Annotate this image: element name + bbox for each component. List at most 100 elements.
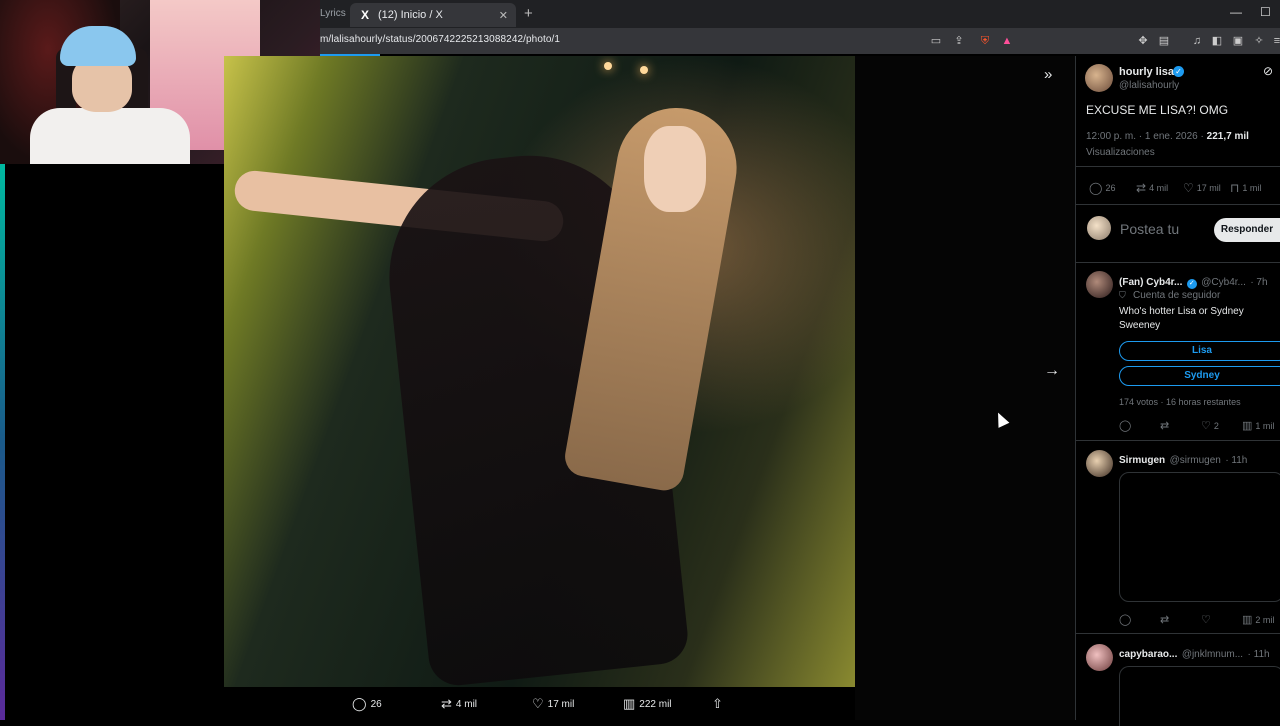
reader-icon[interactable]: ▤ [1157, 34, 1171, 48]
current-user-avatar[interactable] [1087, 216, 1111, 240]
music-icon[interactable]: ♫ [1190, 34, 1204, 48]
heart-icon: ♡ [532, 696, 544, 711]
reply-author-handle[interactable]: @Cyb4r... [1201, 277, 1246, 288]
reply-icon: ◯ [352, 696, 367, 711]
reply-reply-action[interactable]: ◯ [1119, 613, 1134, 626]
poll-option-sydney[interactable]: Sydney [1119, 366, 1280, 386]
repost-icon: ⇄ [1160, 614, 1170, 626]
streamer-shirt [30, 108, 190, 164]
divider [1076, 633, 1280, 634]
views-action[interactable]: ▥ 222 mil [623, 696, 672, 712]
ceiling-lamp [604, 62, 612, 70]
reply-icon: ◯ [1089, 181, 1103, 195]
reply-button[interactable]: Responder [1214, 218, 1280, 242]
stream-border [0, 164, 5, 720]
post-like-stat[interactable]: ♡ 17 mil [1183, 181, 1221, 195]
reply-text: Who's hotter Lisa or Sydney Sweeney [1119, 306, 1244, 331]
grok-icon[interactable]: ⊘ [1263, 64, 1273, 78]
reply-reply-action[interactable]: ◯ [1119, 419, 1134, 432]
brave-shield-icon[interactable]: ⛨ [978, 34, 992, 48]
repost-action[interactable]: ⇄ 4 mil [441, 696, 477, 712]
post-like-count: 17 mil [1196, 183, 1221, 193]
reply-repost-action[interactable]: ⇄ [1160, 419, 1172, 432]
reply-repost-action[interactable]: ⇄ [1160, 613, 1172, 626]
wallet-icon[interactable]: ▣ [1231, 34, 1245, 48]
post-text: EXCUSE ME LISA?! OMG [1086, 103, 1229, 117]
reply-age: · 7h [1250, 277, 1268, 288]
reply-avatar[interactable] [1086, 644, 1113, 671]
maximize-button[interactable]: ☐ [1260, 5, 1271, 19]
reply-like-count: 2 [1213, 420, 1219, 431]
reply-icon: ◯ [1119, 614, 1132, 626]
follower-account-label: Cuenta de seguidor [1133, 290, 1221, 301]
author-avatar[interactable] [1085, 64, 1113, 92]
reply-count: 26 [370, 698, 382, 710]
reply-views-count: 2 mil [1255, 614, 1275, 625]
share-action[interactable]: ⇧ [712, 696, 727, 712]
poll-meta: 174 votos · 16 horas restantes [1119, 397, 1241, 407]
reply-like-action[interactable]: ♡ [1201, 613, 1214, 626]
streamer-cap [60, 26, 136, 66]
cast-icon[interactable]: ▭ [929, 34, 943, 48]
post-timestamp[interactable]: 12:00 p. m. · 1 ene. 2026 · 221,7 mil [1086, 131, 1249, 142]
brave-rewards-icon[interactable]: ▲ [1000, 34, 1014, 48]
reply-like-action[interactable]: ♡ 2 [1201, 419, 1219, 432]
divider [1076, 166, 1280, 167]
repost-icon: ⇄ [441, 696, 452, 711]
reply-avatar[interactable] [1086, 450, 1113, 477]
verified-badge-icon: ✓ [1173, 66, 1184, 77]
close-tab-icon[interactable]: ✕ [499, 9, 508, 22]
reply-author-handle[interactable]: @jnklmnum... [1182, 649, 1243, 660]
next-photo-button[interactable]: → [1044, 362, 1060, 380]
reply-input[interactable]: Postea tu [1120, 221, 1179, 237]
url-field[interactable]: m/lalisahourly/status/200674222521308824… [320, 34, 560, 45]
repost-icon: ⇄ [1136, 181, 1147, 195]
extensions-icon[interactable]: ✥ [1136, 34, 1150, 48]
author-name[interactable]: hourly lisa [1119, 66, 1174, 78]
heart-icon: ♡ [1183, 181, 1194, 195]
post-views: 221,7 mil [1206, 131, 1249, 142]
poll-option-lisa[interactable]: Lisa [1119, 341, 1280, 361]
dimmed-timeline [855, 56, 1075, 720]
leo-icon[interactable]: ✧ [1252, 34, 1266, 48]
divider [1076, 440, 1280, 441]
reply-views-count: 1 mil [1255, 420, 1275, 431]
reply-author-name[interactable]: capybarao... [1119, 649, 1177, 660]
share-icon[interactable]: ⇪ [952, 34, 966, 48]
sidebar-icon[interactable]: ◧ [1210, 34, 1224, 48]
shield-icon: ⛉ [1119, 290, 1126, 300]
previous-tab[interactable]: Lyrics [320, 8, 346, 19]
heart-icon: ♡ [1201, 614, 1211, 626]
reply-views-action[interactable]: ▥ 1 mil [1242, 419, 1274, 432]
reply-avatar[interactable] [1086, 271, 1113, 298]
reply-author-handle[interactable]: @sirmugen [1170, 455, 1221, 466]
photo-subject-face [644, 126, 706, 212]
post-repost-count: 4 mil [1149, 183, 1169, 193]
repost-count: 4 mil [455, 698, 478, 710]
post-reply-stat[interactable]: ◯ 26 [1089, 181, 1115, 195]
reply-age: · 11h [1225, 455, 1248, 466]
repost-icon: ⇄ [1160, 420, 1170, 432]
reply-header: capybarao... @jnklmnum... · 11h [1119, 644, 1270, 662]
reply-action[interactable]: ◯ 26 [352, 696, 382, 712]
reply-author-name[interactable]: (Fan) Cyb4r... [1119, 277, 1182, 288]
reply-media[interactable] [1119, 666, 1280, 726]
reply-author-name[interactable]: Sirmugen [1119, 455, 1165, 466]
post-bookmark-stat[interactable]: ⊓ 1 mil [1230, 181, 1261, 195]
reply-media[interactable] [1119, 472, 1280, 602]
post-repost-stat[interactable]: ⇄ 4 mil [1136, 181, 1168, 195]
post-reply-count: 26 [1105, 183, 1116, 193]
reply-views-action[interactable]: ▥ 2 mil [1242, 613, 1274, 626]
new-tab-button[interactable]: + [524, 5, 533, 22]
post-photo[interactable] [224, 56, 855, 687]
like-action[interactable]: ♡ 17 mil [532, 696, 574, 712]
minimize-button[interactable]: — [1230, 5, 1242, 19]
expand-sidebar-button[interactable]: » [1044, 66, 1052, 83]
tab-active[interactable]: X (12) Inicio / X ✕ [350, 3, 516, 27]
menu-icon[interactable]: ≡ [1270, 34, 1280, 48]
post-bookmark-count: 1 mil [1242, 183, 1262, 193]
bookmark-icon: ⊓ [1230, 181, 1240, 195]
views-label: Visualizaciones [1086, 147, 1155, 158]
post-time: 12:00 p. m. · 1 ene. 2026 · [1086, 131, 1207, 142]
author-handle[interactable]: @lalisahourly [1119, 80, 1179, 91]
